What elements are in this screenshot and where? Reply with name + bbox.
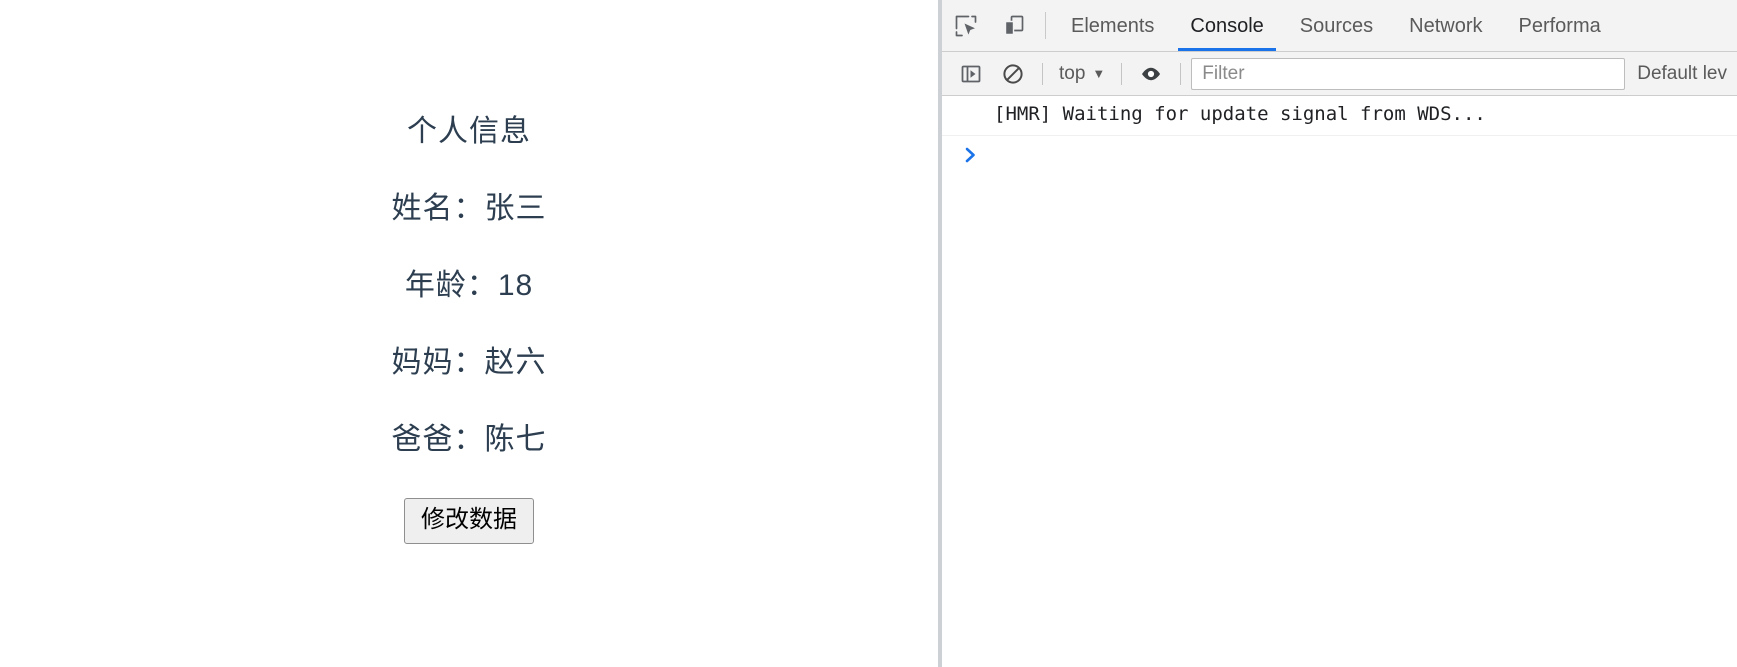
console-sidebar-toggle-button[interactable] [950,58,992,90]
console-log-levels-selector[interactable]: Default lev [1627,60,1737,87]
info-label-mother: 妈妈： [391,346,485,379]
clear-console-icon [1001,62,1025,86]
console-message-area[interactable]: [HMR] Waiting for update signal from WDS… [942,96,1737,667]
devtools-tabbar: Elements Console Sources Network Perform… [942,0,1737,52]
devtools-panel: Elements Console Sources Network Perform… [942,0,1737,667]
tab-network[interactable]: Network [1391,0,1500,51]
inspect-element-icon [953,13,979,39]
tabbar-divider [1045,12,1046,39]
tab-sources[interactable]: Sources [1282,0,1391,51]
console-context-selector[interactable]: top ▼ [1051,60,1113,87]
console-prompt-row[interactable] [942,136,1737,170]
tab-performance-label: Performa [1518,14,1601,37]
info-value-name: 张三 [484,192,547,225]
console-toolbar-divider-2 [1121,62,1123,85]
console-context-label: top [1059,63,1086,84]
info-value-father: 陈七 [484,423,547,456]
clear-console-button[interactable] [992,58,1034,90]
tab-console-label: Console [1190,14,1264,37]
info-row-name: 姓名：张三 [0,150,938,227]
chevron-down-icon: ▼ [1092,66,1106,81]
info-row-age: 年龄：18 [0,227,938,304]
button-row: 修改数据 [0,458,938,544]
info-label-name: 姓名： [391,192,485,225]
console-sidebar-icon [960,63,982,85]
personal-info-app: 个人信息 姓名：张三 年龄：18 妈妈：赵六 爸爸：陈七 修改数据 [0,0,938,544]
info-label-father: 爸爸： [391,423,485,456]
console-toolbar: top ▼ Default lev [942,52,1737,96]
console-filter-input[interactable] [1191,57,1626,90]
console-toolbar-divider-3 [1180,62,1182,85]
tab-elements-label: Elements [1071,14,1155,37]
device-toolbar-button[interactable] [990,0,1038,51]
page-title: 个人信息 [407,115,531,148]
tab-network-label: Network [1409,14,1483,37]
console-prompt-chevron-icon [964,144,978,166]
console-toolbar-divider-1 [1042,62,1043,85]
page-viewport: 个人信息 姓名：张三 年龄：18 妈妈：赵六 爸爸：陈七 修改数据 [0,0,938,667]
inspect-element-button[interactable] [942,0,990,51]
tab-console[interactable]: Console [1172,0,1281,51]
info-row-father: 爸爸：陈七 [0,381,938,458]
console-message: [HMR] Waiting for update signal from WDS… [942,96,1737,136]
console-empty-space [942,169,1737,667]
tab-elements[interactable]: Elements [1053,0,1172,51]
device-toolbar-icon [1001,13,1027,39]
console-log-levels-label: Default lev [1637,63,1727,84]
modify-data-button[interactable]: 修改数据 [404,498,534,544]
info-value-mother: 赵六 [484,346,547,379]
browser-window: 个人信息 姓名：张三 年龄：18 妈妈：赵六 爸爸：陈七 修改数据 Elemen… [0,0,1737,667]
info-label-age: 年龄： [404,269,498,302]
live-expression-eye-icon [1139,62,1163,86]
info-row-mother: 妈妈：赵六 [0,304,938,381]
console-prompt-input[interactable] [990,144,1737,168]
info-value-age: 18 [497,269,534,302]
tab-sources-label: Sources [1299,14,1374,37]
tab-performance[interactable]: Performa [1501,0,1619,51]
live-expression-button[interactable] [1130,58,1172,90]
